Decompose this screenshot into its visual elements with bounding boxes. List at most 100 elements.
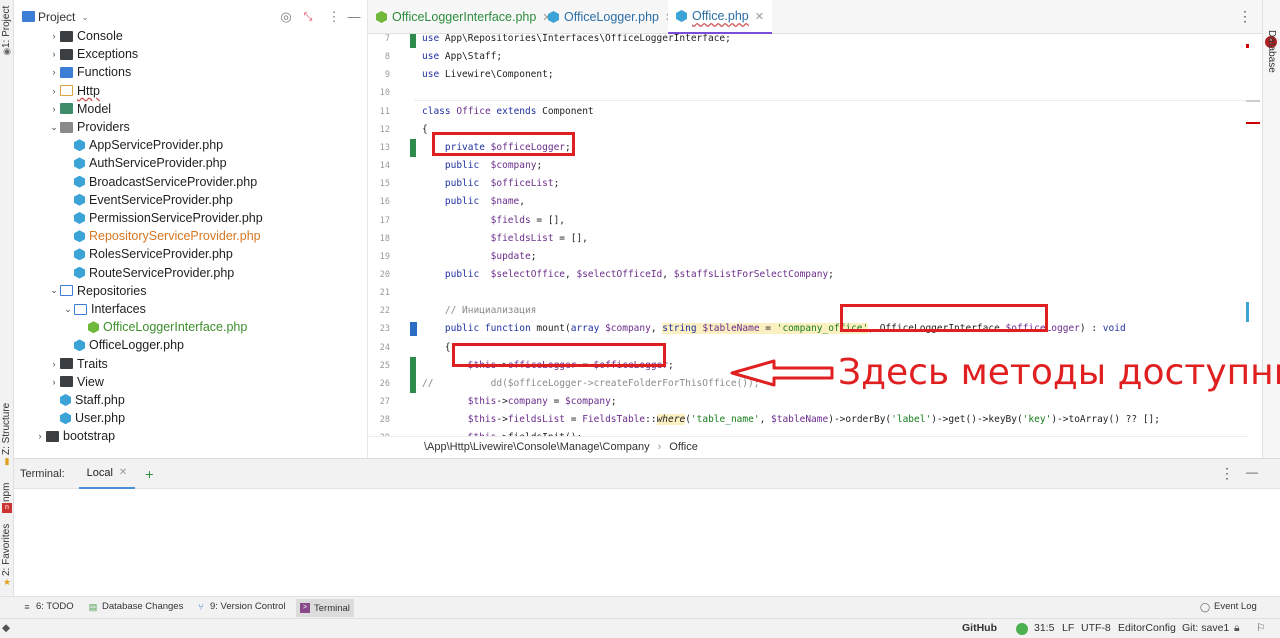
status-diamond-icon[interactable]: ◆ — [2, 622, 10, 634]
favorites-tool-label[interactable]: 2: Favorites — [1, 524, 13, 576]
github-status[interactable]: GitHub — [962, 622, 997, 634]
change-marker[interactable] — [410, 138, 416, 157]
todo-tool-button[interactable]: ≡ 6: TODO — [22, 601, 73, 612]
tree-item[interactable]: ⌄ Interfaces — [14, 300, 367, 318]
add-terminal-icon[interactable]: + — [145, 466, 153, 482]
chevron-right-icon[interactable]: › — [48, 377, 60, 387]
tab-office[interactable]: Office.php ✕ — [668, 0, 772, 34]
code-line[interactable]: public $selectOffice, $selectOfficeId, $… — [422, 266, 834, 284]
hide-panel-icon[interactable]: — — [346, 9, 362, 25]
line-separator[interactable]: LF — [1062, 622, 1074, 634]
database-tool-label[interactable]: Database — [1266, 30, 1277, 73]
change-marker[interactable] — [410, 374, 416, 393]
chevron-down-icon[interactable]: ⌄ — [81, 12, 89, 23]
code-line[interactable]: use Livewire\Component; — [422, 66, 554, 84]
options-icon[interactable]: ⋮ — [326, 9, 342, 25]
tree-item[interactable]: RouteServiceProvider.php — [14, 264, 367, 282]
project-tool-icon[interactable]: ◉ — [2, 46, 12, 56]
tree-item[interactable]: › bootstrap — [14, 427, 367, 445]
structure-tool-label[interactable]: Z: Structure — [1, 403, 13, 455]
project-tool-label[interactable]: 1: Project — [1, 6, 13, 48]
chevron-down-icon[interactable]: ⌄ — [48, 285, 60, 296]
error-marker[interactable] — [1246, 122, 1260, 124]
tree-item[interactable]: RolesServiceProvider.php — [14, 245, 367, 263]
tree-item[interactable]: RepositoryServiceProvider.php — [14, 227, 367, 245]
code-line[interactable]: public $name, — [422, 193, 525, 211]
chevron-right-icon[interactable]: › — [48, 31, 60, 41]
code-line[interactable]: use App\Repositories\Interfaces\OfficeLo… — [422, 34, 731, 48]
error-marker[interactable] — [1246, 44, 1249, 48]
minimize-icon[interactable]: — — [1246, 465, 1258, 479]
tree-item[interactable]: Staff.php — [14, 391, 367, 409]
event-log-button[interactable]: ◯ Event Log — [1200, 601, 1257, 612]
tree-item[interactable]: ⌄ Repositories — [14, 282, 367, 300]
chevron-right-icon[interactable]: › — [48, 86, 60, 96]
chevron-down-icon[interactable]: ⌄ — [48, 122, 60, 133]
tree-item[interactable]: › Functions — [14, 63, 367, 81]
tree-item[interactable]: › View — [14, 373, 367, 391]
database-changes-button[interactable]: ▤ Database Changes — [88, 601, 184, 612]
code-line[interactable]: $this->fieldsInit(); — [422, 429, 582, 436]
scroll-marker[interactable] — [1246, 100, 1260, 102]
tree-item[interactable]: › Http — [14, 82, 367, 100]
code-line[interactable]: public $officeList; — [422, 175, 559, 193]
code-line[interactable]: use App\Staff; — [422, 48, 502, 66]
code-line[interactable]: { — [422, 339, 451, 357]
tree-item[interactable]: › Model — [14, 100, 367, 118]
terminal-output[interactable] — [14, 489, 1280, 597]
change-marker[interactable] — [410, 34, 416, 48]
tree-item[interactable]: AppServiceProvider.php — [14, 136, 367, 154]
notifications-icon[interactable]: ⚐ — [1256, 622, 1265, 634]
close-icon[interactable]: ✕ — [755, 10, 764, 23]
terminal-options-icon[interactable]: ⋮ — [1220, 465, 1234, 482]
code-line[interactable]: $update; — [422, 248, 537, 266]
tree-item[interactable]: OfficeLogger.php — [14, 336, 367, 354]
version-control-button[interactable]: ⑂ 9: Version Control — [196, 601, 285, 612]
scroll-marker[interactable] — [1246, 302, 1249, 322]
file-encoding[interactable]: UTF-8 — [1081, 622, 1111, 634]
code-line[interactable]: // dd($officeLogger->createFolderForThis… — [422, 375, 759, 393]
lock-icon[interactable]: 🔒︎ — [1234, 622, 1240, 635]
chevron-right-icon[interactable]: › — [48, 49, 60, 59]
locate-icon[interactable]: ◎ — [278, 9, 294, 25]
tab-options-icon[interactable]: ⋮ — [1238, 8, 1252, 25]
code-line[interactable]: $fieldsList = [], — [422, 230, 588, 248]
implements-marker-icon[interactable] — [410, 322, 417, 337]
chevron-right-icon[interactable]: › — [48, 67, 60, 77]
code-line[interactable]: $fields = [], — [422, 212, 565, 230]
tree-item[interactable]: EventServiceProvider.php — [14, 191, 367, 209]
npm-tool-icon[interactable]: n — [2, 503, 12, 513]
chevron-right-icon[interactable]: › — [48, 359, 60, 369]
git-branch[interactable]: Git: save1 — [1182, 622, 1229, 634]
project-panel-title[interactable]: Project — [38, 10, 75, 24]
change-marker[interactable] — [410, 356, 416, 375]
terminal-tool-button[interactable]: > Terminal — [296, 599, 354, 617]
tab-officeloggerinterface[interactable]: OfficeLoggerInterface.php ✕ — [376, 0, 552, 34]
code-line[interactable]: { — [422, 121, 428, 139]
code-line[interactable]: // Инициализация — [422, 302, 537, 320]
npm-tool-label[interactable]: npm — [1, 480, 13, 502]
terminal-tab-local[interactable]: Local ✕ — [78, 459, 136, 489]
code-line[interactable]: public $company; — [422, 157, 542, 175]
tree-item[interactable]: BroadcastServiceProvider.php — [14, 173, 367, 191]
tree-item[interactable]: › Exceptions — [14, 45, 367, 63]
tree-item[interactable]: AuthServiceProvider.php — [14, 154, 367, 172]
tree-item[interactable]: PermissionServiceProvider.php — [14, 209, 367, 227]
tab-officelogger[interactable]: OfficeLogger.php ✕ — [548, 0, 674, 34]
structure-tool-icon[interactable]: ▮ — [2, 456, 12, 466]
chevron-right-icon[interactable]: › — [48, 104, 60, 114]
tree-item[interactable]: ⌄ Providers — [14, 118, 367, 136]
status-dot-icon[interactable] — [1016, 623, 1028, 635]
code-line[interactable]: $this->company = $company; — [422, 393, 617, 411]
tree-item[interactable]: User.php — [14, 409, 367, 427]
tree-item[interactable]: OfficeLoggerInterface.php — [14, 318, 367, 336]
chevron-right-icon[interactable]: › — [34, 431, 46, 441]
breadcrumb-class[interactable]: Office — [669, 441, 698, 453]
tree-item[interactable]: › Console — [14, 27, 367, 45]
code-line[interactable]: $this->fieldsList = FieldsTable::where('… — [422, 411, 1160, 429]
code-line[interactable]: class Office extends Component — [422, 103, 594, 121]
editorconfig-status[interactable]: EditorConfig — [1118, 622, 1176, 634]
tree-item[interactable]: › Traits — [14, 355, 367, 373]
breadcrumb-namespace[interactable]: \App\Http\Livewire\Console\Manage\Compan… — [424, 441, 650, 453]
close-icon[interactable]: ✕ — [119, 467, 127, 478]
